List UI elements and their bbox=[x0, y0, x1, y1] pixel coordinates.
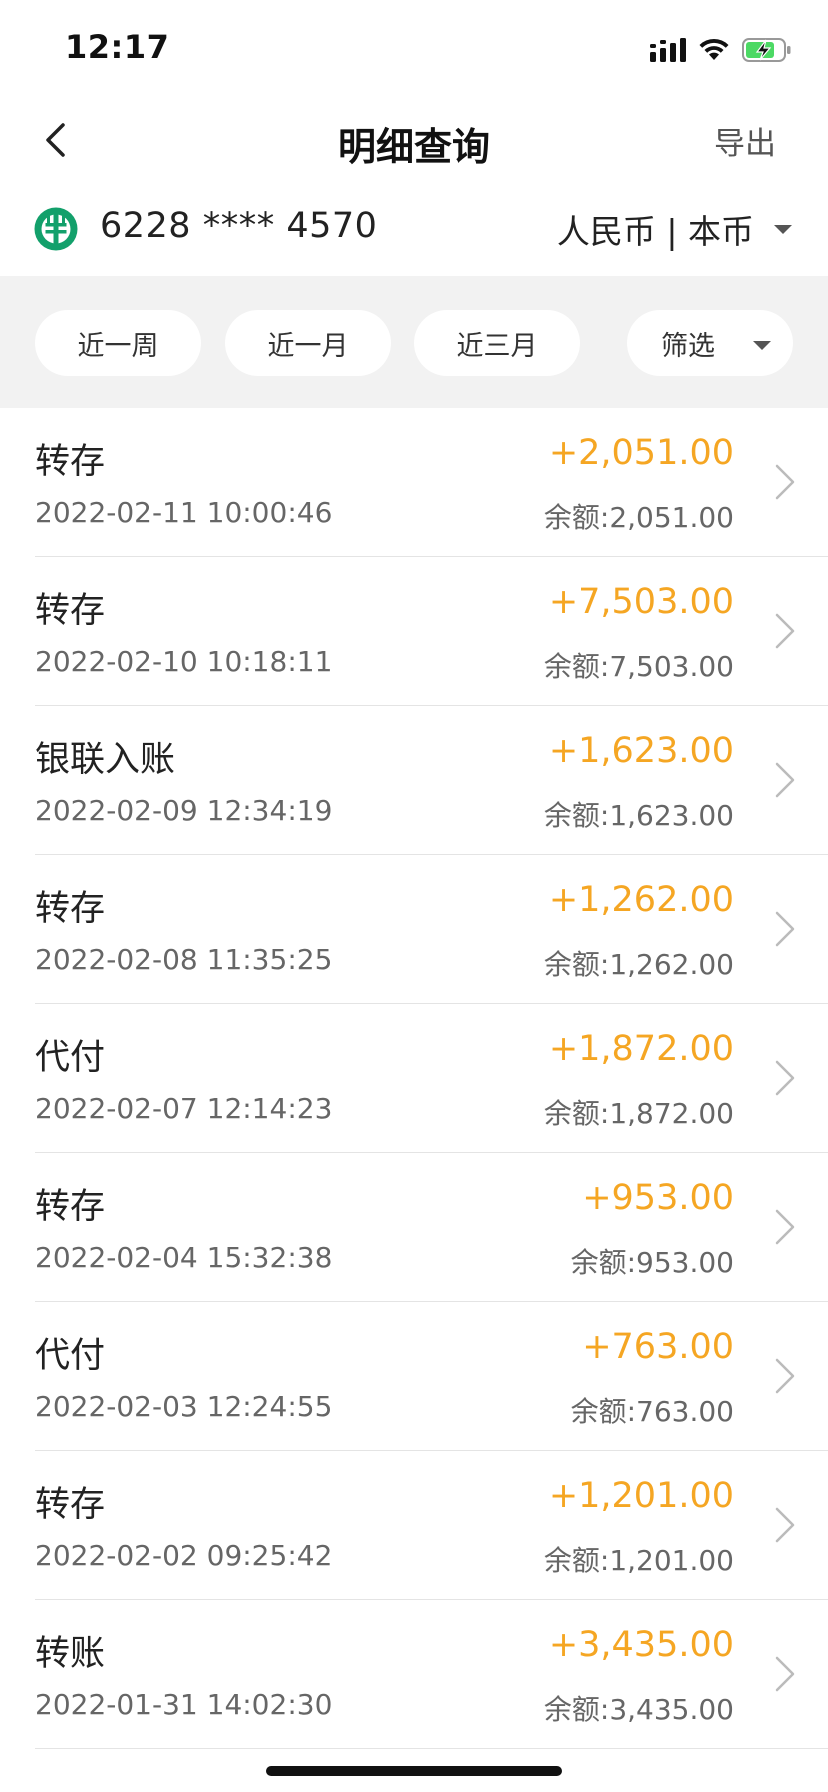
transaction-balance: 余额:7,503.00 bbox=[544, 645, 734, 685]
transaction-time: 2022-02-08 11:35:25 bbox=[35, 943, 333, 976]
transaction-row[interactable]: 代付 2022-02-03 12:24:55 +763.00 余额:763.00 bbox=[0, 1302, 828, 1451]
signal-icon bbox=[650, 38, 686, 62]
transaction-balance: 余额:1,201.00 bbox=[544, 1539, 734, 1579]
transaction-row[interactable]: 代付 2022-02-07 12:14:23 +1,872.00 余额:1,87… bbox=[0, 1004, 828, 1153]
transaction-amount: +1,262.00 bbox=[548, 880, 734, 920]
transaction-row[interactable]: 转存 2022-02-02 09:25:42 +1,201.00 余额:1,20… bbox=[0, 1451, 828, 1600]
filter-month-button[interactable]: 近一月 bbox=[225, 310, 391, 376]
currency-label: 人民币 | 本币 bbox=[556, 212, 754, 251]
filter-button[interactable]: 筛选 bbox=[627, 310, 793, 376]
balance-value: 2,051.00 bbox=[609, 501, 734, 534]
balance-value: 763.00 bbox=[636, 1395, 734, 1428]
balance-label: 余额: bbox=[543, 1693, 610, 1726]
filter-week-button[interactable]: 近一周 bbox=[35, 310, 201, 376]
wifi-icon bbox=[699, 38, 729, 60]
chevron-right-icon bbox=[775, 1209, 795, 1245]
account-row: 6228 **** 4570 人民币 | 本币 bbox=[0, 190, 828, 270]
transaction-time: 2022-01-31 14:02:30 bbox=[35, 1688, 333, 1721]
transaction-time: 2022-02-07 12:14:23 bbox=[35, 1092, 333, 1125]
transaction-type: 银联入账 bbox=[35, 740, 176, 780]
transaction-balance: 余额:1,623.00 bbox=[544, 794, 734, 834]
balance-value: 3,435.00 bbox=[609, 1693, 734, 1726]
balance-value: 953.00 bbox=[636, 1246, 734, 1279]
chevron-right-icon bbox=[775, 464, 795, 500]
transaction-row[interactable]: 银联入账 2022-02-09 12:34:19 +1,623.00 余额:1,… bbox=[0, 706, 828, 855]
balance-label: 余额: bbox=[543, 1097, 610, 1130]
transaction-balance: 余额:1,872.00 bbox=[544, 1092, 734, 1132]
filter-three-months-button[interactable]: 近三月 bbox=[414, 310, 580, 376]
filter-bar: 近一周 近一月 近三月 筛选 bbox=[0, 276, 828, 408]
transaction-type: 转存 bbox=[35, 1187, 106, 1227]
transaction-type: 转存 bbox=[35, 591, 106, 631]
currency-select[interactable]: 人民币 | 本币 bbox=[557, 206, 792, 252]
transaction-balance: 余额:763.00 bbox=[571, 1390, 734, 1430]
balance-value: 1,262.00 bbox=[609, 948, 734, 981]
transaction-type: 代付 bbox=[35, 1038, 106, 1078]
balance-value: 1,872.00 bbox=[609, 1097, 734, 1130]
transaction-list: 转存 2022-02-11 10:00:46 +2,051.00 余额:2,05… bbox=[0, 408, 828, 1749]
chevron-right-icon bbox=[775, 1507, 795, 1543]
transaction-type: 转存 bbox=[35, 1485, 106, 1525]
balance-value: 1,201.00 bbox=[609, 1544, 734, 1577]
transaction-time: 2022-02-03 12:24:55 bbox=[35, 1390, 333, 1423]
balance-label: 余额: bbox=[570, 1246, 637, 1279]
transaction-amount: +3,435.00 bbox=[548, 1625, 734, 1665]
transaction-row[interactable]: 转存 2022-02-11 10:00:46 +2,051.00 余额:2,05… bbox=[0, 408, 828, 557]
transaction-time: 2022-02-04 15:32:38 bbox=[35, 1241, 333, 1274]
account-number: 6228 **** 4570 bbox=[100, 206, 378, 246]
chevron-right-icon bbox=[775, 762, 795, 798]
caret-down-icon bbox=[774, 224, 792, 234]
transaction-type: 代付 bbox=[35, 1336, 106, 1376]
transaction-row[interactable]: 转账 2022-01-31 14:02:30 +3,435.00 余额:3,43… bbox=[0, 1600, 828, 1749]
battery-charging-icon bbox=[742, 38, 791, 62]
balance-value: 1,623.00 bbox=[609, 799, 734, 832]
status-bar: 12:17 bbox=[0, 0, 828, 100]
transaction-type: 转账 bbox=[35, 1634, 106, 1674]
status-icons bbox=[650, 34, 792, 66]
transaction-amount: +7,503.00 bbox=[548, 582, 734, 622]
home-indicator bbox=[266, 1766, 562, 1776]
page-title: 明细查询 bbox=[337, 125, 490, 169]
transaction-balance: 余额:1,262.00 bbox=[544, 943, 734, 983]
balance-label: 余额: bbox=[570, 1395, 637, 1428]
export-button[interactable]: 导出 bbox=[714, 118, 776, 163]
chevron-right-icon bbox=[775, 613, 795, 649]
transaction-balance: 余额:953.00 bbox=[571, 1241, 734, 1281]
balance-label: 余额: bbox=[543, 1544, 610, 1577]
transaction-row[interactable]: 转存 2022-02-08 11:35:25 +1,262.00 余额:1,26… bbox=[0, 855, 828, 1004]
transaction-amount: +953.00 bbox=[582, 1178, 734, 1218]
chevron-right-icon bbox=[775, 1358, 795, 1394]
transaction-type: 转存 bbox=[35, 889, 106, 929]
balance-label: 余额: bbox=[543, 501, 610, 534]
balance-label: 余额: bbox=[543, 650, 610, 683]
transaction-row[interactable]: 转存 2022-02-04 15:32:38 +953.00 余额:953.00 bbox=[0, 1153, 828, 1302]
transaction-amount: +1,623.00 bbox=[548, 731, 734, 771]
transaction-balance: 余额:2,051.00 bbox=[544, 496, 734, 536]
chevron-right-icon bbox=[775, 1656, 795, 1692]
status-time: 12:17 bbox=[65, 28, 170, 66]
transaction-amount: +1,872.00 bbox=[548, 1029, 734, 1069]
chevron-right-icon bbox=[775, 911, 795, 947]
transaction-amount: +763.00 bbox=[582, 1327, 734, 1367]
balance-value: 7,503.00 bbox=[609, 650, 734, 683]
filter-label: 筛选 bbox=[661, 330, 715, 362]
balance-label: 余额: bbox=[543, 948, 610, 981]
transaction-balance: 余额:3,435.00 bbox=[544, 1688, 734, 1728]
transaction-time: 2022-02-10 10:18:11 bbox=[35, 645, 333, 678]
transaction-time: 2022-02-09 12:34:19 bbox=[35, 794, 333, 827]
nav-bar: 明细查询 导出 bbox=[0, 100, 828, 180]
transaction-row[interactable]: 转存 2022-02-10 10:18:11 +7,503.00 余额:7,50… bbox=[0, 557, 828, 706]
transaction-type: 转存 bbox=[35, 442, 106, 482]
chevron-right-icon bbox=[775, 1060, 795, 1096]
balance-label: 余额: bbox=[543, 799, 610, 832]
transaction-amount: +2,051.00 bbox=[548, 433, 734, 473]
transaction-time: 2022-02-02 09:25:42 bbox=[35, 1539, 333, 1572]
abc-bank-logo-icon bbox=[34, 207, 78, 251]
transaction-amount: +1,201.00 bbox=[548, 1476, 734, 1516]
transaction-time: 2022-02-11 10:00:46 bbox=[35, 496, 333, 529]
caret-down-icon bbox=[753, 341, 771, 350]
